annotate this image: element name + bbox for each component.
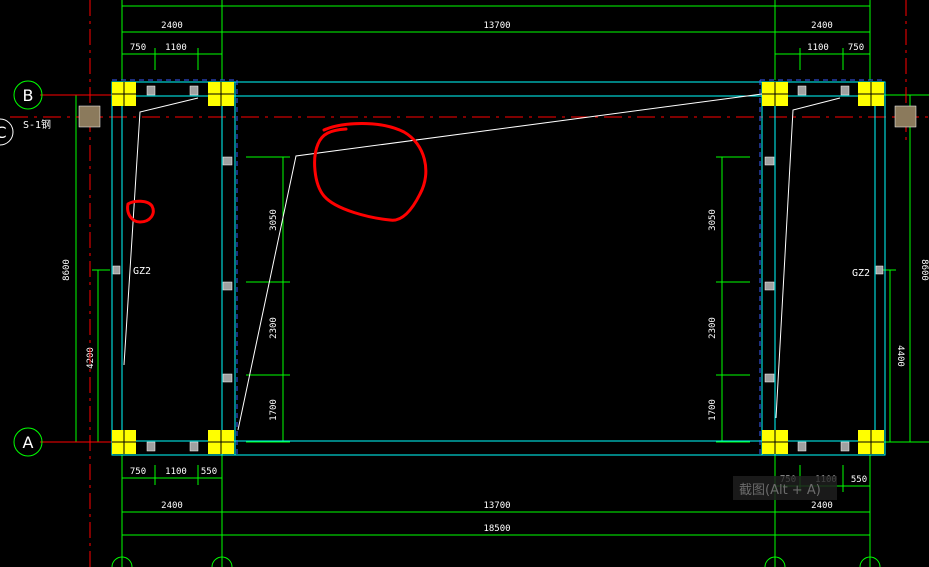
left-dim-overall: 8600 xyxy=(62,259,72,281)
grid-label-a: A xyxy=(23,433,34,452)
right-dim-lower: 4400 xyxy=(895,345,905,367)
beam-outline xyxy=(111,81,886,456)
grid-bubbles-bottom xyxy=(111,556,881,567)
bottom-dim-overall: 18500 xyxy=(483,524,510,534)
screenshot-watermark: 截图(Alt + A) xyxy=(733,476,837,500)
inner-right-dim-3: 1700 xyxy=(708,399,718,421)
side-dimension-lines xyxy=(60,94,929,443)
grid-bubble-a: A xyxy=(13,427,43,457)
top-dim-left: 2400 xyxy=(161,21,183,31)
top-dimension-lines xyxy=(121,0,871,80)
bottom-sub-dim-left-1: 750 xyxy=(130,467,146,477)
grid-label-c: C xyxy=(0,123,7,142)
cad-drawing: 2400 13700 2400 750 1100 1100 750 750 11… xyxy=(0,0,929,567)
top-sub-dim-left-1: 750 xyxy=(130,43,146,53)
watermark-text: 截图(Alt + A) xyxy=(739,483,821,498)
columns xyxy=(112,82,884,454)
side-section-label: S-1钢 xyxy=(23,118,51,131)
column-label-left: GZ2 xyxy=(133,266,151,277)
bottom-sub-dim-left-2: 1100 xyxy=(165,467,187,477)
grid-bubble-c: C xyxy=(0,118,14,146)
bottom-dim-middle: 13700 xyxy=(483,501,510,511)
bottom-dim-right: 2400 xyxy=(811,501,833,511)
beam-hidden-lines xyxy=(112,79,885,455)
column-cross-marks xyxy=(112,82,884,454)
bottom-sub-dim-right-3: 550 xyxy=(851,475,867,485)
bottom-sub-dim-left-3: 550 xyxy=(201,467,217,477)
right-dim-overall: 8600 xyxy=(919,259,929,281)
markup-circle-large xyxy=(313,122,428,222)
top-dim-middle: 13700 xyxy=(483,21,510,31)
column-label-right: GZ2 xyxy=(852,268,870,279)
top-sub-dim-left-2: 1100 xyxy=(165,43,187,53)
small-posts xyxy=(112,85,884,452)
inner-dimension-lines xyxy=(246,156,750,443)
grid-label-b: B xyxy=(23,86,34,105)
markup-circle-small xyxy=(126,199,155,224)
bottom-dimension-lines xyxy=(121,455,871,567)
grid-bubble-b: B xyxy=(13,80,43,110)
markup-annotations xyxy=(126,122,428,224)
inner-left-dim-1: 3050 xyxy=(269,209,279,231)
top-sub-dim-right-2: 750 xyxy=(848,43,864,53)
top-sub-dim-right-1: 1100 xyxy=(807,43,829,53)
top-dim-right: 2400 xyxy=(811,21,833,31)
inner-left-dim-2: 2300 xyxy=(269,317,279,339)
inner-right-dim-1: 3050 xyxy=(708,209,718,231)
inner-left-dim-3: 1700 xyxy=(269,399,279,421)
inner-right-dim-2: 2300 xyxy=(708,317,718,339)
left-dim-lower: 4200 xyxy=(86,347,96,369)
bottom-dim-left: 2400 xyxy=(161,501,183,511)
